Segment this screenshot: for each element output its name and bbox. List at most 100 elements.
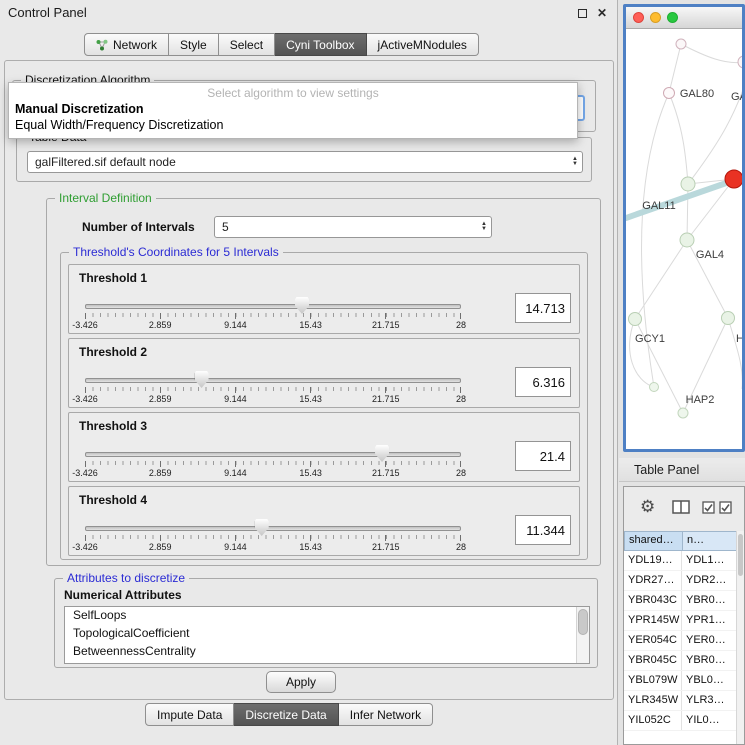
table-scrollbar[interactable] <box>736 531 744 744</box>
table-row[interactable]: YLR345WYLR3… <box>624 691 737 711</box>
threshold-label: Threshold 4 <box>79 493 147 507</box>
list-scrollbar[interactable] <box>576 607 589 663</box>
number-of-intervals-label: Number of Intervals <box>82 220 195 234</box>
network-canvas[interactable]: GAL80 GA GAL11 GAL4 GCY1 H HAP2 <box>626 29 742 449</box>
threshold-label: Threshold 2 <box>79 345 147 359</box>
control-panel-window: Control Panel ✕ Network Style Select Cyn… <box>0 0 618 745</box>
tick-label: 2.859 <box>149 468 172 478</box>
column-header-shared-name[interactable]: shared… <box>624 531 682 551</box>
tab-impute-data[interactable]: Impute Data <box>145 703 234 726</box>
network-node[interactable] <box>722 312 735 325</box>
zoom-traffic-light-icon[interactable] <box>667 12 678 23</box>
slider-tick-labels: -3.426 2.859 9.144 15.43 21.715 28 <box>85 468 461 479</box>
table-row[interactable]: YPR145WYPR1… <box>624 611 737 631</box>
slider-tick-labels: -3.426 2.859 9.144 15.43 21.715 28 <box>85 320 461 331</box>
slider-thumb[interactable] <box>195 371 209 388</box>
network-node[interactable] <box>738 56 742 68</box>
threshold-slider[interactable]: -3.426 2.859 9.144 15.43 21.715 28 <box>85 443 461 481</box>
tick-label: -3.426 <box>72 320 98 330</box>
tick-label: 2.859 <box>149 394 172 404</box>
table-row[interactable]: YER054CYER0… <box>624 631 737 651</box>
list-item[interactable]: SelfLoops <box>65 607 589 625</box>
slider-major-ticks <box>85 387 461 393</box>
combo-arrows-icon: ▲▼ <box>481 222 487 232</box>
slider-major-ticks <box>85 313 461 319</box>
tick-label: 21.715 <box>372 542 400 552</box>
scrollbar-thumb[interactable] <box>578 609 588 635</box>
combo-arrows-icon: ▲▼ <box>572 157 578 167</box>
network-node[interactable] <box>680 233 694 247</box>
table-row[interactable]: YBR045CYBR0… <box>624 651 737 671</box>
network-node[interactable] <box>676 39 686 49</box>
network-node[interactable] <box>650 383 659 392</box>
slider-tick-labels: -3.426 2.859 9.144 15.43 21.715 28 <box>85 542 461 553</box>
table-row[interactable]: YDL19…YDL1… <box>624 551 737 571</box>
number-of-intervals-value: 5 <box>222 220 229 234</box>
threshold-value-field[interactable] <box>515 293 571 323</box>
scrollbar-thumb[interactable] <box>738 534 743 576</box>
tick-label: 2.859 <box>149 320 172 330</box>
tab-jactivemnodules[interactable]: jActiveMNodules <box>367 33 479 56</box>
float-window-icon[interactable] <box>578 9 587 18</box>
table-row[interactable]: YDR27…YDR2… <box>624 571 737 591</box>
apply-button[interactable]: Apply <box>266 671 336 693</box>
tab-cyni-toolbox[interactable]: Cyni Toolbox <box>275 33 366 56</box>
threshold-value-field[interactable] <box>515 515 571 545</box>
tab-style[interactable]: Style <box>169 33 219 56</box>
network-node[interactable] <box>678 408 688 418</box>
slider-track[interactable] <box>85 378 461 383</box>
tick-label: 28 <box>456 468 466 478</box>
slider-thumb[interactable] <box>255 519 269 536</box>
slider-track[interactable] <box>85 452 461 457</box>
columns-icon[interactable] <box>672 500 690 514</box>
network-graph: GAL80 GA GAL11 GAL4 GCY1 H HAP2 <box>626 29 742 449</box>
close-traffic-light-icon[interactable] <box>633 12 644 23</box>
threshold-value-field[interactable] <box>515 441 571 471</box>
algorithm-dropdown: Select algorithm to view settings Manual… <box>8 82 578 139</box>
tab-discretize-data[interactable]: Discretize Data <box>234 703 338 726</box>
slider-track[interactable] <box>85 304 461 309</box>
table-row[interactable]: YBR043CYBR0… <box>624 591 737 611</box>
threshold-slider[interactable]: -3.426 2.859 9.144 15.43 21.715 28 <box>85 369 461 407</box>
table-row[interactable]: YIL052CYIL0… <box>624 711 737 731</box>
threshold-label: Threshold 3 <box>79 419 147 433</box>
slider-major-ticks <box>85 461 461 467</box>
checked-checkbox-icon[interactable] <box>719 501 732 514</box>
network-node[interactable] <box>681 177 695 191</box>
threshold-slider[interactable]: -3.426 2.859 9.144 15.43 21.715 28 <box>85 517 461 555</box>
tick-label: 9.144 <box>224 542 247 552</box>
list-item[interactable]: BetweennessCentrality <box>65 643 589 661</box>
list-item[interactable]: TopologicalCoefficient <box>65 625 589 643</box>
network-view-window[interactable]: GAL80 GA GAL11 GAL4 GCY1 H HAP2 <box>623 4 745 452</box>
slider-track[interactable] <box>85 526 461 531</box>
slider-thumb[interactable] <box>375 445 389 462</box>
threshold-panel: Threshold 1 -3.426 2.859 9.144 15.43 21.… <box>68 264 580 334</box>
tab-select[interactable]: Select <box>219 33 275 56</box>
number-of-intervals-select[interactable]: 5 ▲▼ <box>214 216 492 238</box>
dropdown-option-manual-discretization[interactable]: Manual Discretization <box>9 101 577 117</box>
tick-label: 28 <box>456 320 466 330</box>
minimize-traffic-light-icon[interactable] <box>650 12 661 23</box>
slider-thumb[interactable] <box>295 297 309 314</box>
window-title: Control Panel <box>8 5 87 20</box>
dropdown-option-equal-width[interactable]: Equal Width/Frequency Discretization <box>9 117 577 133</box>
tick-label: 15.43 <box>299 542 322 552</box>
tab-network[interactable]: Network <box>84 33 169 56</box>
network-node[interactable] <box>629 313 642 326</box>
column-header-name[interactable]: n… <box>682 531 737 551</box>
threshold-panel: Threshold 2 -3.426 2.859 9.144 15.43 21.… <box>68 338 580 408</box>
table-row[interactable]: YBL079WYBL0… <box>624 671 737 691</box>
network-node[interactable] <box>664 88 675 99</box>
close-icon[interactable]: ✕ <box>597 6 607 20</box>
gear-icon[interactable]: ⚙ <box>640 497 655 517</box>
threshold-value-field[interactable] <box>515 367 571 397</box>
threshold-panel: Threshold 4 -3.426 2.859 9.144 15.43 21.… <box>68 486 580 556</box>
threshold-slider[interactable]: -3.426 2.859 9.144 15.43 21.715 28 <box>85 295 461 333</box>
tab-infer-network[interactable]: Infer Network <box>339 703 433 726</box>
table-data-select[interactable]: galFiltered.sif default node ▲▼ <box>27 151 583 173</box>
tick-label: 2.859 <box>149 542 172 552</box>
numerical-attributes-list[interactable]: SelfLoops TopologicalCoefficient Between… <box>64 606 590 664</box>
tick-label: 15.43 <box>299 320 322 330</box>
selected-network-node[interactable] <box>725 170 742 188</box>
checked-checkbox-icon[interactable] <box>702 501 715 514</box>
